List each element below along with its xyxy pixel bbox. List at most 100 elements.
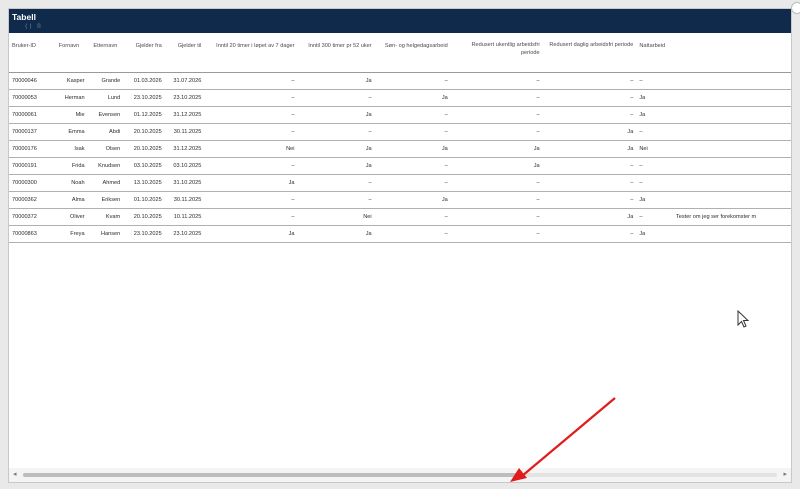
cell-inntil-20-timer: – bbox=[204, 107, 298, 124]
cell-son-og-helgedagsarbeid: – bbox=[374, 107, 451, 124]
cell-son-og-helgedagsarbeid: – bbox=[374, 73, 451, 90]
cell-redusert-ukentlig: – bbox=[450, 226, 543, 243]
cell-inntil-300-timer: Ja bbox=[297, 226, 375, 243]
column-header-inntil-20-timer[interactable]: Inntil 20 timer i løpet av 7 dager bbox=[204, 33, 298, 73]
table-row[interactable]: 70000053 Herman Lund 23.10.2025 23.10.2025– –… bbox=[9, 90, 791, 107]
cell-nattarbeid: – bbox=[636, 73, 674, 90]
scroll-right-icon[interactable]: ▸ bbox=[783, 470, 787, 478]
cell-inntil-20-timer: – bbox=[204, 90, 298, 107]
column-header-nattarbeid[interactable]: Nattarbeid bbox=[636, 33, 674, 73]
cell-redusert-daglig: – bbox=[542, 226, 637, 243]
column-header-gjelder-fra[interactable]: Gjelder fra bbox=[123, 33, 165, 73]
cell-inntil-300-timer: Nei bbox=[297, 209, 375, 226]
cell-kommentar bbox=[673, 107, 791, 124]
cell-redusert-ukentlig: Ja bbox=[450, 141, 543, 158]
column-header-son-og-helgedagsarbeid[interactable]: Søn- og helgedagsarbeid bbox=[374, 33, 451, 73]
table-row[interactable]: 70000061 Mie Evensen 01.12.2025 31.12.2025– J… bbox=[9, 107, 791, 124]
cell-etternavn: Hansen bbox=[87, 226, 124, 243]
cell-inntil-20-timer: – bbox=[204, 158, 298, 175]
cell-inntil-300-timer: Ja bbox=[297, 73, 375, 90]
table-row[interactable]: 70000300 Noah Ahmed 13.10.2025 31.10.2025 Ja –… bbox=[9, 175, 791, 192]
column-header-kommentar[interactable] bbox=[673, 33, 791, 73]
cell-redusert-ukentlig: – bbox=[450, 73, 543, 90]
cell-gjelder-fra: 20.10.2025 bbox=[123, 209, 165, 226]
cell-nattarbeid: Ja bbox=[636, 107, 674, 124]
cell-inntil-20-timer: Nei bbox=[204, 141, 298, 158]
column-header-redusert-daglig[interactable]: Redusert daglig arbeidsfri periode bbox=[542, 33, 637, 73]
table-row[interactable]: 70000176 Isak Olsen 20.10.2025 31.12.2025 Nei… bbox=[9, 141, 791, 158]
cell-inntil-20-timer: Ja bbox=[204, 175, 298, 192]
table-visual-panel: Tabell ⟨⟩ ⌷ Bruker-ID Fornavn Etternavn … bbox=[8, 8, 792, 483]
cell-son-og-helgedagsarbeid: – bbox=[374, 175, 451, 192]
mouse-pointer-icon bbox=[737, 310, 750, 328]
cell-etternavn: Lund bbox=[87, 90, 124, 107]
cell-bruker-id: 70000362 bbox=[9, 192, 51, 209]
cell-fornavn: Alma bbox=[50, 192, 88, 209]
column-header-fornavn[interactable]: Fornavn bbox=[50, 33, 88, 73]
cell-inntil-300-timer: – bbox=[297, 175, 375, 192]
cell-kommentar bbox=[673, 226, 791, 243]
cell-redusert-daglig: – bbox=[542, 158, 637, 175]
cell-nattarbeid: Ja bbox=[636, 192, 674, 209]
cell-son-og-helgedagsarbeid: Ja bbox=[374, 90, 451, 107]
table-row[interactable]: 70000191 Frida Knudsen 03.10.2025 03.10.2025… bbox=[9, 158, 791, 175]
cell-son-og-helgedagsarbeid: Ja bbox=[374, 192, 451, 209]
horizontal-scrollbar[interactable]: ◂ ▸ bbox=[9, 468, 791, 482]
cell-inntil-300-timer: Ja bbox=[297, 158, 375, 175]
scrollbar-track[interactable] bbox=[23, 473, 777, 477]
cell-bruker-id: 70000137 bbox=[9, 124, 51, 141]
column-header-bruker-id[interactable]: Bruker-ID bbox=[9, 33, 51, 73]
cell-bruker-id: 70000863 bbox=[9, 226, 51, 243]
cell-son-og-helgedagsarbeid: – bbox=[374, 209, 451, 226]
cell-redusert-ukentlig: – bbox=[450, 209, 543, 226]
visual-options-icon[interactable] bbox=[791, 2, 800, 14]
cell-nattarbeid: – bbox=[636, 209, 674, 226]
cell-bruker-id: 70000061 bbox=[9, 107, 51, 124]
cell-inntil-300-timer: – bbox=[297, 90, 375, 107]
cell-gjelder-til: 31.12.2025 bbox=[164, 107, 205, 124]
scroll-left-icon[interactable]: ◂ bbox=[13, 470, 17, 478]
cell-inntil-300-timer: Ja bbox=[297, 107, 375, 124]
column-header-redusert-ukentlig[interactable]: Redusert ukentlig arbeidsfri periode bbox=[450, 33, 543, 73]
cell-gjelder-til: 23.10.2025 bbox=[164, 90, 205, 107]
cell-nattarbeid: Nei bbox=[636, 141, 674, 158]
cell-inntil-20-timer: – bbox=[204, 192, 298, 209]
cell-gjelder-til: 23.10.2025 bbox=[164, 226, 205, 243]
column-header-gjelder-til[interactable]: Gjelder til bbox=[164, 33, 205, 73]
table-row[interactable]: 70000137 Emma Abdi 20.10.2025 30.11.2025– – – –… bbox=[9, 124, 791, 141]
cell-kommentar bbox=[673, 141, 791, 158]
cell-redusert-daglig: – bbox=[542, 107, 637, 124]
cell-redusert-ukentlig: – bbox=[450, 192, 543, 209]
cell-fornavn: Freya bbox=[50, 226, 88, 243]
cell-etternavn: Evensen bbox=[87, 107, 124, 124]
panel-header: Tabell ⟨⟩ ⌷ bbox=[9, 9, 791, 33]
cell-redusert-daglig: – bbox=[542, 73, 637, 90]
cell-son-og-helgedagsarbeid: – bbox=[374, 124, 451, 141]
cell-redusert-ukentlig: Ja bbox=[450, 158, 543, 175]
cell-bruker-id: 70000053 bbox=[9, 90, 51, 107]
column-header-inntil-300-timer[interactable]: Inntil 300 timer pr 52 uker bbox=[297, 33, 375, 73]
table-row[interactable]: 70000046 Kasper Grande 01.03.2026 31.07.2026… bbox=[9, 73, 791, 90]
table-body: 70000046 Kasper Grande 01.03.2026 31.07.2026… bbox=[9, 73, 791, 243]
cell-gjelder-til: 03.10.2025 bbox=[164, 158, 205, 175]
visual-header-icons[interactable]: ⟨⟩ ⌷ bbox=[25, 23, 43, 31]
cell-gjelder-til: 31.07.2026 bbox=[164, 73, 205, 90]
cell-nattarbeid: Ja bbox=[636, 90, 674, 107]
cell-redusert-daglig: Ja bbox=[542, 124, 637, 141]
table-row[interactable]: 70000372 Oliver Kvam 20.10.2025 10.11.2025– N… bbox=[9, 209, 791, 226]
scrollbar-thumb[interactable] bbox=[23, 473, 521, 477]
cell-son-og-helgedagsarbeid: Ja bbox=[374, 141, 451, 158]
cell-inntil-300-timer: – bbox=[297, 124, 375, 141]
cell-inntil-300-timer: – bbox=[297, 192, 375, 209]
cell-etternavn: Knudsen bbox=[87, 158, 124, 175]
cell-fornavn: Emma bbox=[50, 124, 88, 141]
cell-bruker-id: 70000300 bbox=[9, 175, 51, 192]
cell-bruker-id: 70000176 bbox=[9, 141, 51, 158]
column-header-etternavn[interactable]: Etternavn bbox=[87, 33, 124, 73]
cell-kommentar: Tester om jeg ser forekomster m bbox=[673, 209, 791, 226]
cell-redusert-daglig: – bbox=[542, 192, 637, 209]
table-row[interactable]: 70000362 Alma Eriksen 01.10.2025 30.11.2025–… bbox=[9, 192, 791, 209]
table-row[interactable]: 70000863 Freya Hansen 23.10.2025 23.10.2025 J… bbox=[9, 226, 791, 243]
cell-nattarbeid: Ja bbox=[636, 226, 674, 243]
cell-inntil-20-timer: Ja bbox=[204, 226, 298, 243]
